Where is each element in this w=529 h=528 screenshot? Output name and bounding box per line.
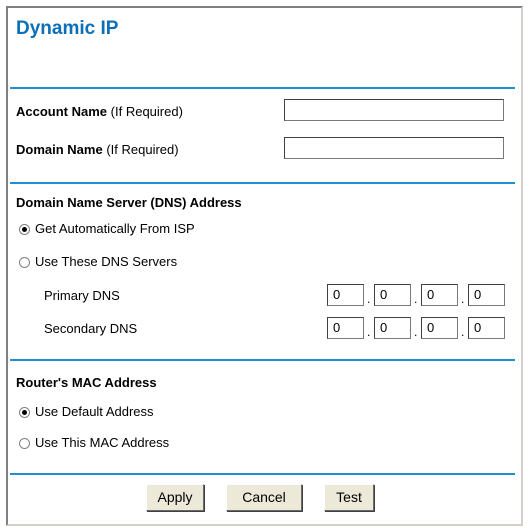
page-title: Dynamic IP [16, 18, 119, 39]
account-name-suffix: (If Required) [110, 104, 183, 119]
primary-dns-octet-2[interactable]: 0 [374, 284, 411, 306]
account-name-label: Account Name (If Required) [16, 104, 183, 119]
primary-dns-octet-1[interactable]: 0 [327, 284, 364, 306]
primary-dns-octet-3[interactable]: 0 [421, 284, 458, 306]
octet-separator: . [461, 292, 465, 306]
account-name-input[interactable] [284, 99, 504, 121]
octet-separator: . [414, 325, 418, 339]
secondary-dns-octet-4[interactable]: 0 [468, 317, 505, 339]
dns-manual-radio[interactable] [19, 257, 30, 268]
domain-name-suffix: (If Required) [106, 142, 179, 157]
domain-name-label: Domain Name (If Required) [16, 142, 179, 157]
mac-this-label[interactable]: Use This MAC Address [35, 435, 169, 450]
test-button[interactable]: Test [324, 484, 374, 511]
primary-dns-octet-4[interactable]: 0 [468, 284, 505, 306]
mac-default-label[interactable]: Use Default Address [35, 404, 154, 419]
octet-separator: . [367, 325, 371, 339]
dns-heading: Domain Name Server (DNS) Address [16, 195, 242, 210]
radio-dot-icon [22, 410, 27, 415]
secondary-dns-label: Secondary DNS [44, 321, 138, 336]
secondary-dns-octet-3[interactable]: 0 [421, 317, 458, 339]
account-name-label-text: Account Name [16, 104, 108, 119]
cancel-button[interactable]: Cancel [226, 484, 302, 511]
mac-heading: Router's MAC Address [16, 375, 157, 390]
primary-dns-fields: 0 . 0 . 0 . 0 [327, 284, 505, 306]
octet-separator: . [461, 325, 465, 339]
section-divider [10, 473, 515, 475]
mac-default-radio[interactable] [19, 407, 30, 418]
apply-button[interactable]: Apply [146, 484, 204, 511]
secondary-dns-octet-2[interactable]: 0 [374, 317, 411, 339]
domain-name-label-text: Domain Name [16, 142, 103, 157]
octet-separator: . [367, 292, 371, 306]
section-divider [10, 182, 515, 184]
section-divider [10, 87, 515, 89]
secondary-dns-fields: 0 . 0 . 0 . 0 [327, 317, 505, 339]
dns-manual-label[interactable]: Use These DNS Servers [35, 254, 177, 269]
section-divider [10, 359, 515, 361]
primary-dns-label: Primary DNS [44, 288, 120, 303]
octet-separator: . [414, 292, 418, 306]
mac-this-radio[interactable] [19, 438, 30, 449]
radio-dot-icon [22, 227, 27, 232]
dns-auto-radio[interactable] [19, 224, 30, 235]
domain-name-input[interactable] [284, 137, 504, 159]
secondary-dns-octet-1[interactable]: 0 [327, 317, 364, 339]
dns-auto-label[interactable]: Get Automatically From ISP [35, 221, 195, 236]
